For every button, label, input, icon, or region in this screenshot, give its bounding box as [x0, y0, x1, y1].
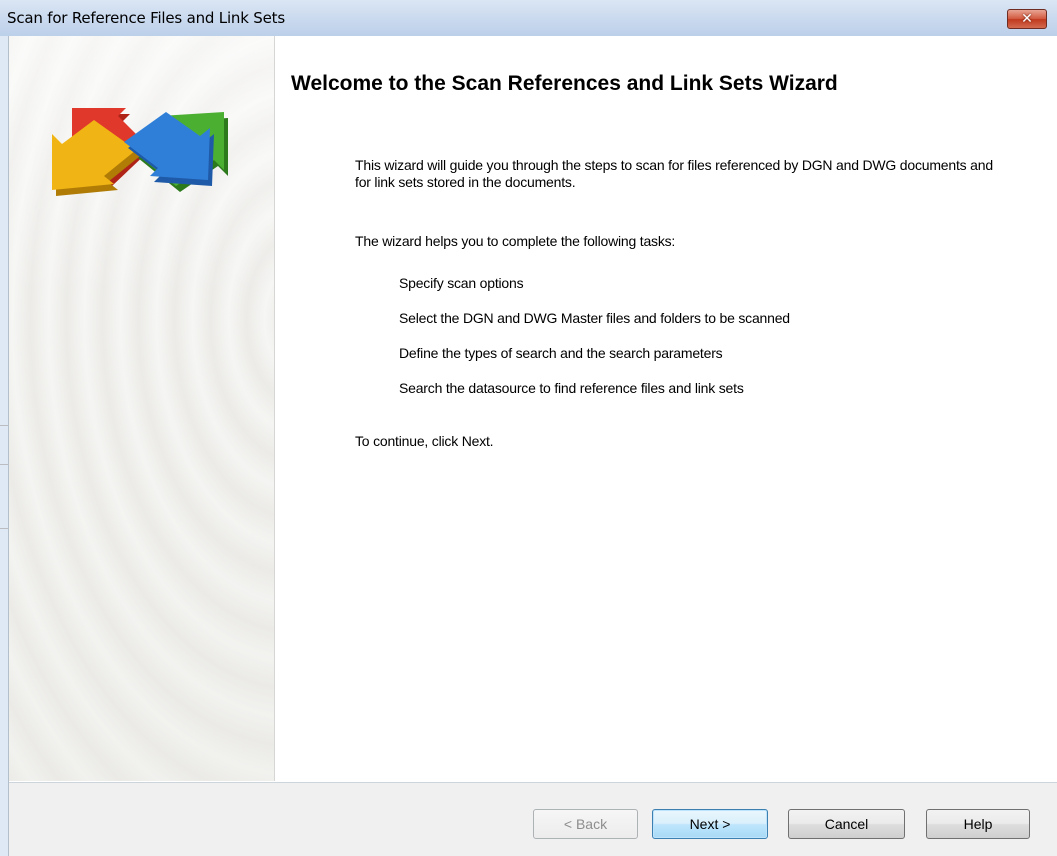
- four-way-arrows-icon: [52, 108, 228, 196]
- close-button[interactable]: ✕: [1007, 9, 1047, 29]
- cancel-button[interactable]: Cancel: [788, 809, 905, 839]
- task-item: Select the DGN and DWG Master files and …: [399, 310, 790, 326]
- wizard-dialog: Scan for Reference Files and Link Sets ✕: [0, 0, 1057, 856]
- task-item: Define the types of search and the searc…: [399, 345, 723, 361]
- close-icon: ✕: [1021, 11, 1033, 27]
- wizard-side-panel: [9, 36, 275, 781]
- wizard-heading: Welcome to the Scan References and Link …: [291, 72, 838, 95]
- wizard-content: Welcome to the Scan References and Link …: [275, 36, 1057, 781]
- task-item: Search the datasource to find reference …: [399, 380, 744, 396]
- back-button[interactable]: < Back: [533, 809, 638, 839]
- continue-text: To continue, click Next.: [355, 433, 494, 449]
- wizard-client-area: Welcome to the Scan References and Link …: [8, 36, 1057, 856]
- title-bar[interactable]: Scan for Reference Files and Link Sets ✕: [0, 0, 1057, 36]
- window-title: Scan for Reference Files and Link Sets: [7, 9, 285, 27]
- button-bar: < Back Next > Cancel Help: [9, 783, 1057, 856]
- tasks-intro-text: The wizard helps you to complete the fol…: [355, 233, 676, 249]
- task-item: Specify scan options: [399, 275, 524, 291]
- window-edge-marks: [0, 425, 8, 529]
- intro-text: This wizard will guide you through the s…: [355, 157, 993, 190]
- help-button[interactable]: Help: [926, 809, 1030, 839]
- next-button[interactable]: Next >: [652, 809, 768, 839]
